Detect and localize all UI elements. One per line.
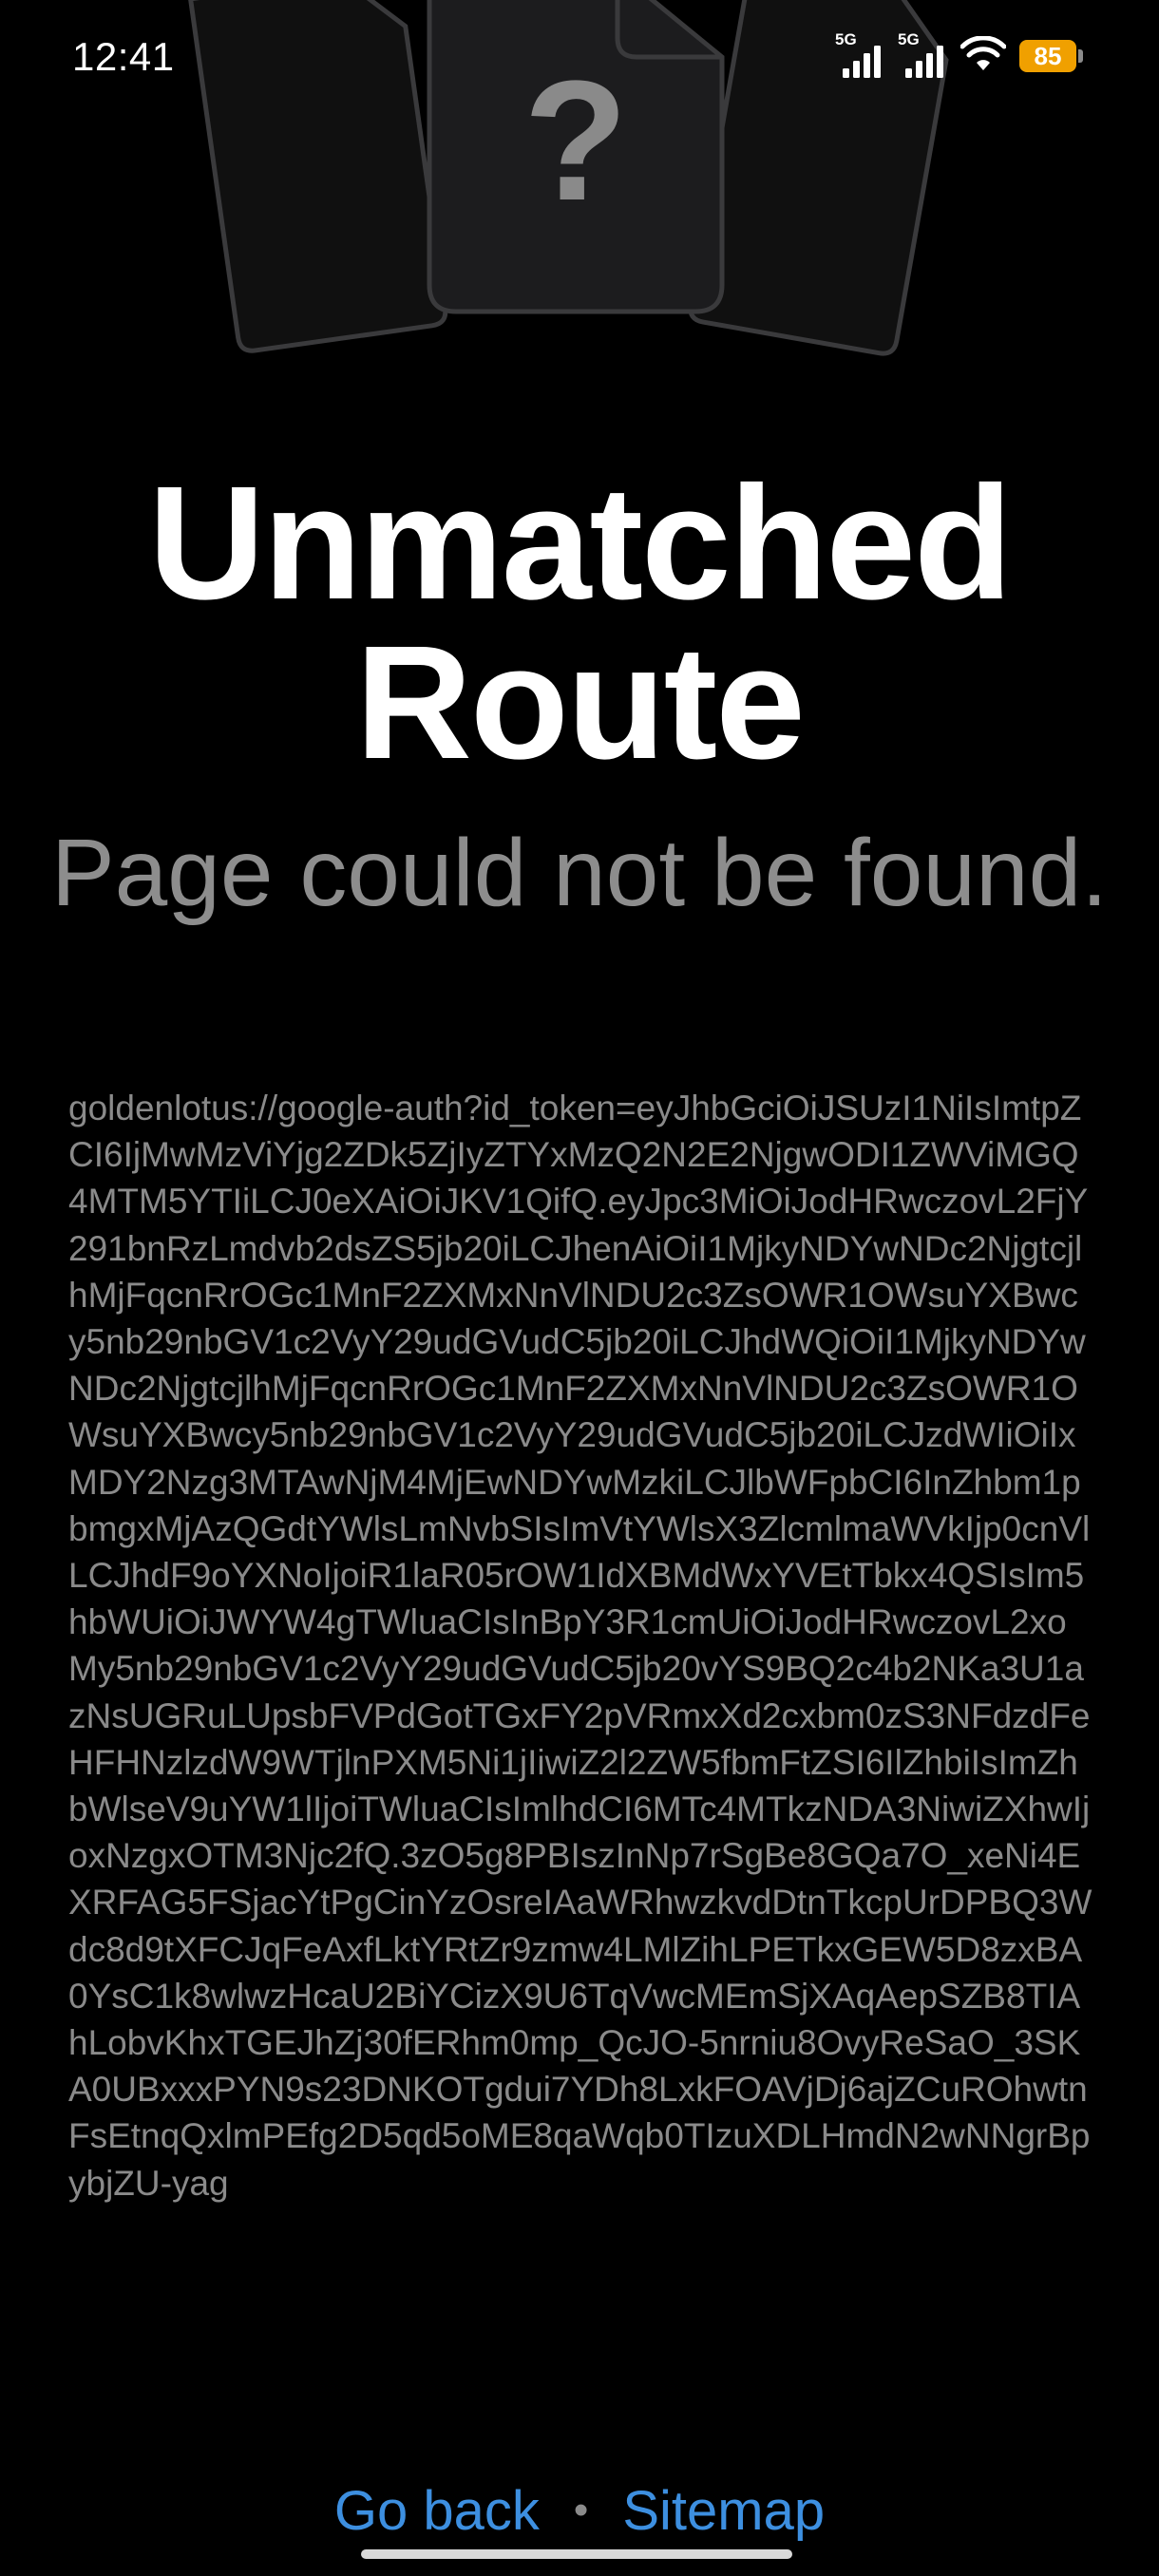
sitemap-link[interactable]: Sitemap xyxy=(622,2480,825,2542)
battery-icon: 85 xyxy=(1019,40,1083,72)
page-title: Unmatched Route xyxy=(148,453,1013,793)
status-icons: 5G 5G 85 xyxy=(835,30,1083,78)
status-bar: 12:41 5G 5G 85 xyxy=(0,0,1159,114)
status-time: 12:41 xyxy=(72,34,175,79)
battery-level: 85 xyxy=(1019,40,1076,72)
go-back-link[interactable]: Go back xyxy=(334,2480,540,2542)
signal-icon: 5G xyxy=(835,30,884,78)
footer-links: Go back • Sitemap xyxy=(0,2481,1159,2547)
page-subtitle: Page could not be found. xyxy=(50,820,1108,926)
signal-icon: 5G xyxy=(898,30,947,78)
unmatched-route-url: goldenlotus://google-auth?id_token=eyJhb… xyxy=(68,1089,1092,2203)
home-indicator[interactable] xyxy=(361,2549,792,2559)
separator-dot: • xyxy=(573,2487,589,2533)
wifi-icon xyxy=(960,34,1007,77)
